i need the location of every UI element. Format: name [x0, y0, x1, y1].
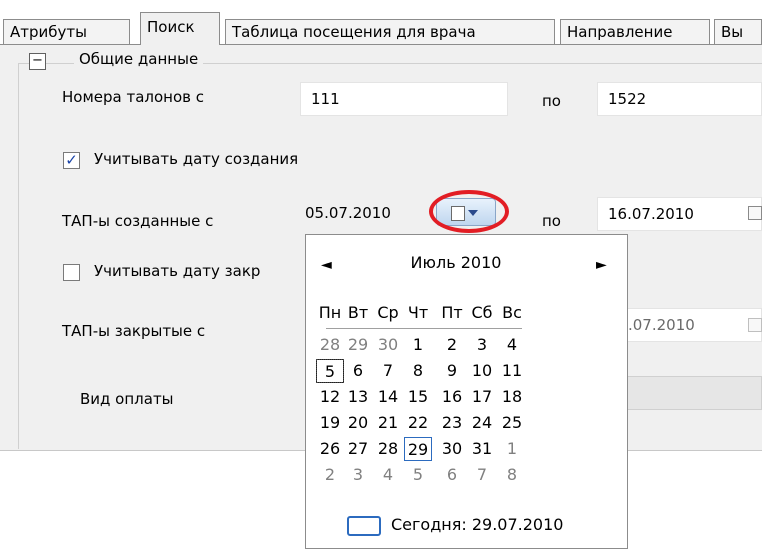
- created-to-calendar-icon[interactable]: [748, 206, 762, 220]
- group-title: Общие данные: [74, 50, 204, 68]
- calendar-day[interactable]: 7: [374, 359, 402, 383]
- calendar-day[interactable]: 16: [438, 385, 466, 409]
- calendar-day[interactable]: 20: [344, 411, 372, 435]
- tab-referral[interactable]: Направление: [560, 19, 710, 44]
- calendar-popup: ◄ Июль 2010 ► Пн Вт Ср Чт Пт Сб Вс 28 29…: [305, 234, 628, 549]
- calendar-day[interactable]: 21: [374, 411, 402, 435]
- calendar-day[interactable]: 5: [404, 463, 432, 487]
- coupons-label: Номера талонов с: [62, 88, 205, 106]
- calendar-day-today[interactable]: 29: [404, 437, 432, 461]
- calendar-day-focused[interactable]: 5: [316, 359, 344, 383]
- created-to-value: 16.07.2010: [608, 205, 694, 223]
- calendar-day[interactable]: 8: [404, 359, 432, 383]
- coupons-to-label: по: [542, 92, 561, 110]
- calendar-day[interactable]: 18: [498, 385, 526, 409]
- calendar-day[interactable]: 8: [498, 463, 526, 487]
- weekday-separator: [326, 328, 522, 329]
- weekday-sun: Вс: [502, 303, 522, 322]
- calendar-day[interactable]: 1: [498, 437, 526, 461]
- payment-combobox[interactable]: [622, 376, 762, 410]
- tab-strip: Атрибуты Поиск Таблица посещения для вра…: [0, 0, 762, 50]
- calendar-day[interactable]: 24: [468, 411, 496, 435]
- calendar-day[interactable]: 22: [404, 411, 432, 435]
- tab-search[interactable]: Поиск: [140, 12, 220, 45]
- weekday-sat: Сб: [471, 303, 493, 322]
- calendar-day[interactable]: 1: [404, 333, 432, 357]
- closed-label: ТАП-ы закрытые с: [62, 322, 206, 340]
- calendar-day[interactable]: 7: [468, 463, 496, 487]
- calendar-day[interactable]: 2: [316, 463, 344, 487]
- calendar-day[interactable]: 28: [374, 437, 402, 461]
- tab-divider: [0, 44, 762, 45]
- next-month-icon[interactable]: ►: [596, 257, 607, 273]
- weekday-wed: Ср: [377, 303, 399, 322]
- calendar-day[interactable]: 17: [468, 385, 496, 409]
- calendar-day[interactable]: 10: [468, 359, 496, 383]
- created-to-field[interactable]: 16.07.2010: [597, 197, 762, 231]
- coupons-from-field[interactable]: 111: [300, 82, 508, 116]
- closed-to-calendar-icon[interactable]: [748, 318, 762, 332]
- calendar-day[interactable]: 9: [438, 359, 466, 383]
- calendar-day[interactable]: 12: [316, 385, 344, 409]
- calendar-day[interactable]: 26: [316, 437, 344, 461]
- calendar-day[interactable]: 2: [438, 333, 466, 357]
- calendar-day[interactable]: 6: [344, 359, 372, 383]
- weekday-fri: Пт: [441, 303, 463, 322]
- created-from-field[interactable]: 05.07.2010: [305, 204, 391, 222]
- calendar-day[interactable]: 3: [344, 463, 372, 487]
- calendar-day[interactable]: 14: [374, 385, 402, 409]
- calendar-day[interactable]: 23: [438, 411, 466, 435]
- calendar-day[interactable]: 4: [498, 333, 526, 357]
- month-label[interactable]: Июль 2010: [386, 253, 526, 272]
- tab-more[interactable]: Вы: [714, 19, 762, 44]
- calendar-day[interactable]: 30: [438, 437, 466, 461]
- created-label: ТАП-ы созданные с: [62, 212, 214, 230]
- calendar-day[interactable]: 11: [498, 359, 526, 383]
- payment-label: Вид оплаты: [80, 390, 174, 408]
- calendar-day[interactable]: 28: [316, 333, 344, 357]
- calendar-day[interactable]: 19: [316, 411, 344, 435]
- created-to-label: по: [542, 212, 561, 230]
- coupons-to-field[interactable]: 1522: [597, 82, 762, 116]
- today-marker[interactable]: [347, 516, 381, 536]
- calendar-day[interactable]: 3: [468, 333, 496, 357]
- weekday-mon: Пн: [318, 303, 342, 322]
- calendar-day[interactable]: 30: [374, 333, 402, 357]
- calendar-day[interactable]: 15: [404, 385, 432, 409]
- calendar-day[interactable]: 6: [438, 463, 466, 487]
- closed-date-checkbox[interactable]: [63, 264, 80, 281]
- closed-date-checkbox-label: Учитывать дату закр: [94, 262, 261, 280]
- today-link[interactable]: Сегодня: 29.07.2010: [391, 515, 563, 534]
- created-date-checkbox[interactable]: ✓: [63, 152, 80, 169]
- created-date-checkbox-label: Учитывать дату создания: [94, 150, 299, 168]
- weekday-thu: Чт: [407, 303, 429, 322]
- calendar-day[interactable]: 25: [498, 411, 526, 435]
- calendar-day[interactable]: 4: [374, 463, 402, 487]
- weekday-tue: Вт: [347, 303, 369, 322]
- tab-visit-table[interactable]: Таблица посещения для врача: [225, 19, 555, 44]
- closed-to-value: .07.2010: [628, 316, 695, 334]
- calendar-day[interactable]: 31: [468, 437, 496, 461]
- tab-attributes[interactable]: Атрибуты: [3, 19, 130, 44]
- collapse-icon[interactable]: −: [29, 53, 46, 70]
- calendar-day[interactable]: 13: [344, 385, 372, 409]
- highlight-ring: [429, 190, 509, 233]
- calendar-day[interactable]: 27: [344, 437, 372, 461]
- calendar-day[interactable]: 29: [344, 333, 372, 357]
- prev-month-icon[interactable]: ◄: [321, 257, 332, 273]
